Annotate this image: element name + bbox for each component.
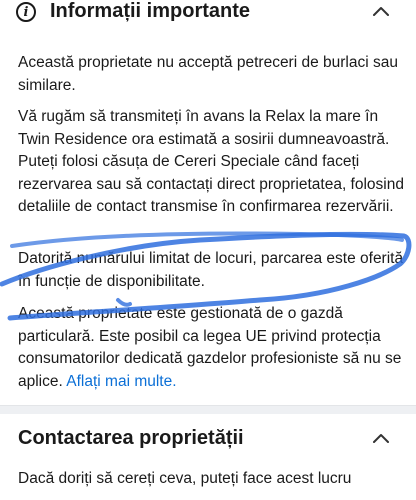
section-divider <box>0 405 416 414</box>
info-paragraph-arrival: Vă rugăm să transmiteți în avans la Rela… <box>18 108 404 215</box>
section-title: Contactarea proprietății <box>18 427 244 449</box>
important-info-header[interactable]: i Informații importante <box>0 0 416 32</box>
info-paragraph-host: Această proprietate este gestionată de o… <box>18 303 408 393</box>
section-title: Informații importante <box>50 0 251 22</box>
learn-more-link[interactable]: Aflați mai multe. <box>66 373 176 390</box>
info-paragraph-parking: Datorită numărului limitat de locuri, pa… <box>18 250 404 290</box>
info-icon: i <box>16 2 36 22</box>
info-paragraph-parties: Această proprietate nu acceptă petreceri… <box>18 54 398 94</box>
chevron-up-icon[interactable] <box>370 1 392 23</box>
contact-property-header[interactable]: Contactarea proprietății <box>0 418 416 458</box>
contact-paragraph: Dacă doriți să cereți ceva, puteți face … <box>18 470 352 487</box>
chevron-up-icon[interactable] <box>370 428 392 450</box>
